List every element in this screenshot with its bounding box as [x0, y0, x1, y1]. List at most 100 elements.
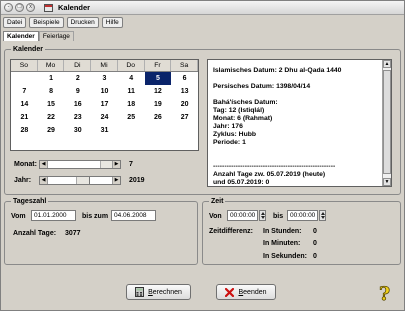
- slider-right-arrow-icon[interactable]: ▶: [112, 161, 120, 168]
- zeit-von-spinner-icon[interactable]: [259, 210, 266, 221]
- calendar-empty-cell: [145, 124, 172, 137]
- berechnen-button[interactable]: Berechnen: [126, 284, 191, 300]
- day-cells: 1 2 3 4 5 6 7 8 9 10 11 12 13 14 15 16 17 18 19 20 21 22 23 24 2…: [11, 72, 198, 137]
- calendar-empty-cell: [118, 124, 145, 137]
- info-line: Anzahl Tage zw. 05.07.2019 (heute): [213, 171, 326, 178]
- calendar-day-cell[interactable]: 6: [171, 72, 198, 85]
- scroll-up-arrow-icon[interactable]: ▲: [383, 60, 391, 68]
- calendar-empty-cell: [171, 124, 198, 137]
- berechnen-label: Berechnen: [148, 288, 182, 296]
- calendar-day-cell[interactable]: 11: [118, 85, 145, 98]
- info-line: [213, 147, 378, 155]
- calendar-day-cell[interactable]: 18: [118, 98, 145, 111]
- beenden-button[interactable]: Beenden: [216, 284, 276, 300]
- info-line: Tag: 12 (Istiqlál): [213, 107, 265, 114]
- maximize-button[interactable]: □: [15, 3, 24, 12]
- calendar-day-cell[interactable]: 19: [145, 98, 172, 111]
- calendar-day-cell[interactable]: 17: [91, 98, 118, 111]
- scroll-thumb[interactable]: [383, 70, 391, 174]
- calendar-day-cell[interactable]: 5: [144, 72, 172, 85]
- calendar-day-cell[interactable]: 30: [64, 124, 91, 137]
- date-info-panel[interactable]: Islamisches Datum: 2 Dhu al-Qada 1440 Pe…: [207, 59, 392, 187]
- app-window: - □ x Kalender Datei Beispiele Drucken H…: [0, 0, 405, 311]
- info-line: Periode: 1: [213, 139, 246, 146]
- stunden-value: 0: [313, 228, 317, 235]
- slider-left-arrow-icon[interactable]: ◀: [40, 161, 48, 168]
- close-x-icon: [225, 287, 235, 297]
- monat-row: Monat: ◀ ▶ 7: [14, 160, 133, 169]
- calendar-day-cell[interactable]: 7: [11, 85, 38, 98]
- calendar-app-icon: [44, 4, 53, 12]
- calendar-day-cell[interactable]: 16: [64, 98, 91, 111]
- calendar-day-cell[interactable]: 8: [38, 85, 65, 98]
- weekday-label: Mi: [91, 60, 118, 71]
- calendar-day-cell[interactable]: 1: [38, 72, 65, 85]
- jahr-row: Jahr: ◀ ▶ 2019: [14, 176, 145, 185]
- calendar-day-cell[interactable]: 3: [91, 72, 118, 85]
- kalender-group-label: Kalender: [11, 45, 45, 54]
- calendar-day-cell[interactable]: 12: [145, 85, 172, 98]
- monat-label: Monat:: [14, 161, 37, 168]
- calculator-icon: [135, 287, 145, 297]
- info-line: Monat: 6 (Rahmat): [213, 115, 273, 122]
- tageszahl-bis-input[interactable]: 04.06.2008: [111, 210, 156, 221]
- weekday-label: Fr: [145, 60, 172, 71]
- calendar-day-cell[interactable]: 28: [11, 124, 38, 137]
- zeit-bis-spinner-icon[interactable]: [319, 210, 326, 221]
- calendar-grid: So Mo Di Mi Do Fr Sa 1 2 3 4 5 6 7 8 9 10 11 12 13 14 15 16 17…: [10, 59, 199, 151]
- minimize-button[interactable]: -: [4, 3, 13, 12]
- sekunden-label: In Sekunden:: [263, 253, 307, 260]
- calendar-day-cell[interactable]: 13: [171, 85, 198, 98]
- tab-feierlage[interactable]: Feierlage: [38, 31, 74, 41]
- calendar-day-cell[interactable]: 31: [91, 124, 118, 137]
- info-line: und 05.07.2019: 0: [213, 179, 270, 186]
- sekunden-value: 0: [313, 253, 317, 260]
- weekday-label: So: [11, 60, 38, 71]
- tab-strip: Kalender Feierlage: [3, 31, 74, 41]
- calendar-day-cell[interactable]: 29: [38, 124, 65, 137]
- slider-right-arrow-icon[interactable]: ▶: [112, 177, 120, 184]
- calendar-day-cell[interactable]: 21: [11, 111, 38, 124]
- info-scrollbar[interactable]: ▲ ▼: [382, 60, 391, 186]
- calendar-day-cell[interactable]: 22: [38, 111, 65, 124]
- calendar-day-cell[interactable]: 9: [64, 85, 91, 98]
- calendar-day-cell[interactable]: 14: [11, 98, 38, 111]
- jahr-slider[interactable]: ◀ ▶: [39, 176, 121, 185]
- calendar-day-cell[interactable]: 23: [64, 111, 91, 124]
- anzahl-tage-value: 3077: [65, 230, 81, 237]
- help-question-icon[interactable]: ?: [376, 283, 396, 303]
- jahr-slider-thumb[interactable]: [76, 177, 90, 184]
- calendar-day-cell[interactable]: 4: [118, 72, 145, 85]
- calendar-day-cell[interactable]: 2: [64, 72, 91, 85]
- jahr-label: Jahr:: [14, 177, 32, 184]
- svg-text:?: ?: [379, 283, 390, 303]
- zeit-bis-label: bis: [273, 213, 284, 220]
- calendar-day-cell[interactable]: 26: [145, 111, 172, 124]
- info-line: [213, 155, 378, 163]
- calendar-day-cell[interactable]: 25: [118, 111, 145, 124]
- menu-datei[interactable]: Datei: [3, 17, 27, 28]
- zeit-bis-input[interactable]: 00:00:00: [287, 210, 318, 221]
- close-button[interactable]: x: [26, 3, 35, 12]
- calendar-day-cell[interactable]: 20: [171, 98, 198, 111]
- close-glyph: x: [29, 4, 32, 10]
- weekday-label: Do: [118, 60, 145, 71]
- calendar-day-cell[interactable]: 10: [91, 85, 118, 98]
- menu-hilfe[interactable]: Hilfe: [101, 17, 123, 28]
- calendar-day-cell[interactable]: 24: [91, 111, 118, 124]
- monat-slider[interactable]: ◀ ▶: [39, 160, 121, 169]
- menubar: Datei Beispiele Drucken Hilfe: [3, 17, 123, 28]
- zeit-von-input[interactable]: 00:00:00: [227, 210, 258, 221]
- info-line: [213, 91, 378, 99]
- tab-kalender[interactable]: Kalender: [3, 31, 39, 41]
- weekday-header: So Mo Di Mi Do Fr Sa: [11, 60, 199, 72]
- scroll-down-arrow-icon[interactable]: ▼: [383, 178, 391, 186]
- slider-left-arrow-icon[interactable]: ◀: [40, 177, 48, 184]
- menu-drucken[interactable]: Drucken: [66, 17, 99, 28]
- tageszahl-vom-input[interactable]: 01.01.2000: [31, 210, 76, 221]
- jahr-value: 2019: [129, 177, 145, 184]
- calendar-day-cell[interactable]: 27: [171, 111, 198, 124]
- weekday-label: Mo: [38, 60, 65, 71]
- menu-beispiele[interactable]: Beispiele: [29, 17, 64, 28]
- calendar-day-cell[interactable]: 15: [38, 98, 65, 111]
